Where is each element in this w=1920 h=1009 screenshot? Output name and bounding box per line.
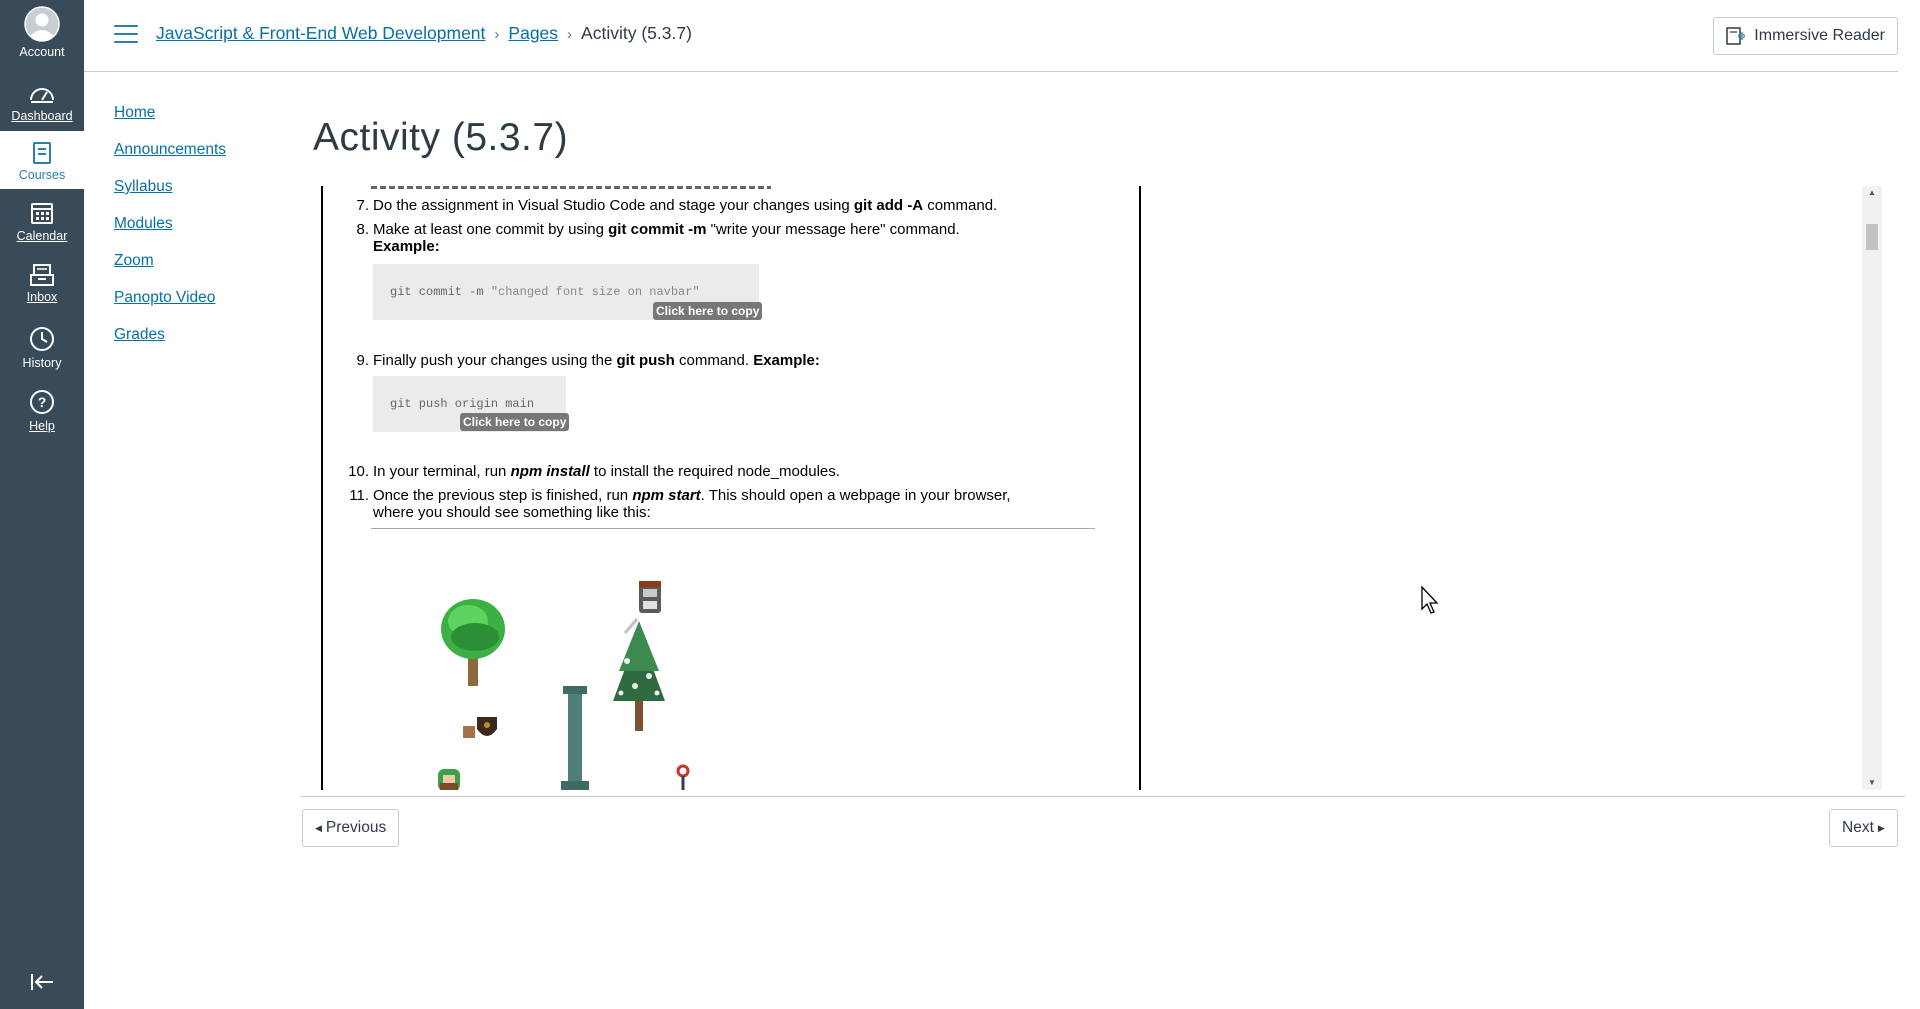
hero-sprite	[438, 769, 460, 790]
course-nav-zoom[interactable]: Zoom	[114, 252, 226, 270]
immersive-reader-icon	[1726, 27, 1746, 45]
history-icon	[30, 327, 54, 351]
dashboard-icon	[30, 88, 54, 103]
footer-divider	[300, 796, 1905, 797]
avatar-icon	[24, 6, 60, 42]
collapse-arrow-icon	[31, 974, 53, 990]
round-tree-sprite	[441, 599, 505, 686]
breadcrumb-current: Activity (5.3.7)	[581, 23, 692, 43]
calendar-nav-item[interactable]: Calendar	[0, 200, 84, 244]
course-nav-home[interactable]: Home	[114, 104, 226, 122]
calendar-label: Calendar	[16, 229, 68, 243]
page-header: JavaScript & Front-End Web Development › P…	[84, 0, 1898, 72]
courses-label: Courses	[18, 168, 66, 182]
divider	[371, 528, 1095, 529]
step-10: 10. In your terminal, run npm install to …	[348, 463, 840, 480]
content-iframe[interactable]: 7. Do the assignment in Visual Studio Cod…	[300, 186, 1892, 790]
immersive-reader-label: Immersive Reader	[1754, 27, 1885, 44]
dashboard-nav-item[interactable]: Dashboard	[0, 82, 84, 124]
hamburger-line	[114, 25, 138, 27]
inbox-label: Inbox	[26, 290, 58, 304]
breadcrumb-course-link[interactable]: JavaScript & Front-End Web Development	[156, 23, 485, 43]
breadcrumb-separator-icon: ›	[567, 26, 573, 43]
help-nav-item[interactable]: ? Help	[0, 388, 84, 434]
courses-nav-item[interactable]: Courses	[0, 131, 84, 189]
key-item-sprite	[676, 764, 690, 790]
breadcrumb-separator-icon: ›	[494, 26, 500, 43]
svg-text:?: ?	[38, 394, 47, 410]
account-label: Account	[19, 45, 65, 59]
next-arrow-icon: ▶	[1877, 822, 1885, 833]
game-preview-image	[438, 581, 690, 790]
copy-push-button[interactable]: Click here to copy	[460, 413, 570, 431]
history-label: History	[22, 356, 62, 370]
hamburger-line	[114, 33, 138, 35]
step-7: 7. Do the assignment in Visual Studio Cod…	[356, 197, 998, 214]
course-nav-panopto-video[interactable]: Panopto Video	[114, 289, 226, 307]
previous-button[interactable]: ◀ Previous	[302, 809, 400, 847]
clipped-previous-step	[371, 186, 771, 189]
next-button[interactable]: Next ▶	[1829, 809, 1898, 847]
dashboard-label: Dashboard	[11, 109, 73, 123]
scroll-down-arrow-icon[interactable]: ▼	[1862, 776, 1882, 790]
immersive-reader-button[interactable]: Immersive Reader	[1713, 17, 1898, 55]
collapse-nav-button[interactable]	[0, 972, 84, 997]
account-nav-item[interactable]: Account	[0, 6, 84, 60]
global-nav: Account Dashboard Courses Calendar Inbox…	[0, 0, 84, 1009]
step-11: 11. Once the previous step is finished, r…	[349, 487, 1011, 521]
inbox-icon	[30, 264, 54, 286]
calendar-icon	[31, 203, 53, 224]
course-nav-modules[interactable]: Modules	[114, 215, 226, 233]
scroll-up-arrow-icon[interactable]: ▲	[1862, 186, 1882, 200]
pine-tree-sprite	[613, 621, 665, 731]
courses-icon	[33, 142, 51, 164]
mouse-pointer-icon	[1421, 585, 1439, 614]
step-9: 9. Finally push your changes using the gi…	[356, 352, 820, 369]
previous-arrow-icon: ◀	[315, 822, 322, 833]
iframe-scrollbar[interactable]: ▲ ▼	[1862, 186, 1882, 790]
course-nav-announcements[interactable]: Announcements	[114, 141, 226, 159]
help-icon: ?	[30, 390, 54, 414]
step-8: 8. Make at least one commit by using git …	[356, 221, 960, 255]
breadcrumb-pages-link[interactable]: Pages	[508, 23, 558, 43]
history-nav-item[interactable]: History	[0, 325, 84, 371]
course-nav: Home Announcements Syllabus Modules Zoom…	[114, 104, 226, 363]
inbox-nav-item[interactable]: Inbox	[0, 263, 84, 305]
breadcrumb: JavaScript & Front-End Web Development › P…	[156, 23, 692, 44]
copy-commit-button[interactable]: Click here to copy	[653, 302, 763, 320]
course-nav-grades[interactable]: Grades	[114, 326, 226, 344]
shield-sprite	[463, 717, 497, 738]
page-title: Activity (5.3.7)	[313, 116, 569, 159]
help-label: Help	[29, 419, 55, 433]
pillar-sprite	[561, 686, 589, 790]
hamburger-menu-button[interactable]	[114, 25, 138, 45]
scrollbar-thumb[interactable]	[1866, 224, 1878, 250]
course-nav-syllabus[interactable]: Syllabus	[114, 178, 226, 196]
robot-sprite	[639, 581, 661, 613]
hamburger-line	[114, 41, 138, 43]
assignment-document: 7. Do the assignment in Visual Studio Cod…	[321, 186, 1141, 790]
